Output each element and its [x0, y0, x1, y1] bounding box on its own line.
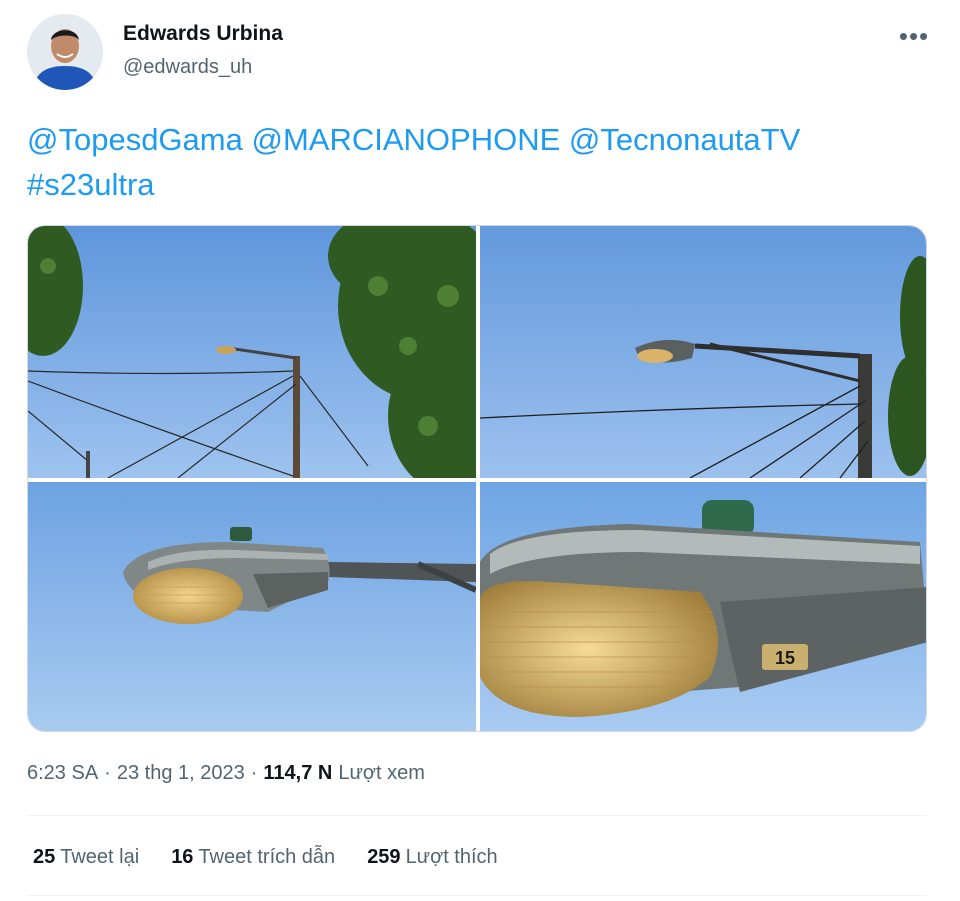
- author-name[interactable]: Edwards Urbina: [123, 22, 283, 46]
- tweet-text: @TopesdGama @MARCIANOPHONE @TecnonautaTV…: [27, 117, 927, 207]
- retweets-stat[interactable]: 25 Tweet lại: [33, 846, 139, 869]
- tweet-date[interactable]: 23 thg 1, 2023: [117, 762, 245, 785]
- street-light-photo: [28, 226, 476, 478]
- mention-link[interactable]: @TecnonautaTV: [569, 122, 800, 157]
- avatar-image: [27, 14, 103, 90]
- views-label: Lượt xem: [338, 762, 425, 784]
- tweet-time[interactable]: 6:23 SA: [27, 762, 98, 785]
- media-grid: 15: [27, 225, 927, 732]
- mention-link[interactable]: @MARCIANOPHONE: [251, 122, 560, 157]
- author-handle[interactable]: @edwards_uh: [123, 56, 252, 79]
- meta-separator: ·: [250, 762, 258, 784]
- divider: [27, 895, 927, 896]
- views-count: 114,7 N: [263, 762, 333, 784]
- lamp-plate-number: 15: [775, 648, 795, 668]
- quotes-label: Tweet trích dẫn: [198, 846, 336, 868]
- street-light-photo: [480, 226, 926, 478]
- quote-tweets-stat[interactable]: 16 Tweet trích dẫn: [171, 846, 335, 869]
- divider: [27, 815, 927, 816]
- likes-label: Lượt thích: [405, 846, 498, 868]
- photo-street-light-zoom-3[interactable]: [28, 482, 476, 731]
- street-light-photo: [28, 482, 476, 731]
- tweet-meta: 6:23 SA · 23 thg 1, 2023 · 114,7 N Lượt …: [27, 762, 425, 785]
- quotes-count: 16: [171, 846, 194, 868]
- likes-stat[interactable]: 259 Lượt thích: [367, 846, 497, 869]
- tweet-stats: 25 Tweet lại 16 Tweet trích dẫn 259 Lượt th…: [33, 846, 498, 869]
- photo-street-light-zoom-2[interactable]: [480, 226, 926, 478]
- meta-separator: ·: [104, 762, 111, 784]
- avatar[interactable]: [27, 14, 103, 90]
- retweets-count: 25: [33, 846, 56, 868]
- tweet-card: Edwards Urbina @edwards_uh ••• @TopesdGa…: [0, 0, 960, 901]
- likes-count: 259: [367, 846, 401, 868]
- mention-link[interactable]: @TopesdGama: [27, 122, 243, 157]
- photo-street-light-wide[interactable]: [28, 226, 476, 478]
- hashtag-link[interactable]: #s23ultra: [27, 167, 155, 202]
- photo-street-light-zoom-4[interactable]: 15: [480, 482, 926, 731]
- more-options-icon[interactable]: •••: [896, 18, 932, 54]
- retweets-label: Tweet lại: [60, 846, 140, 868]
- street-light-photo: 15: [480, 482, 926, 731]
